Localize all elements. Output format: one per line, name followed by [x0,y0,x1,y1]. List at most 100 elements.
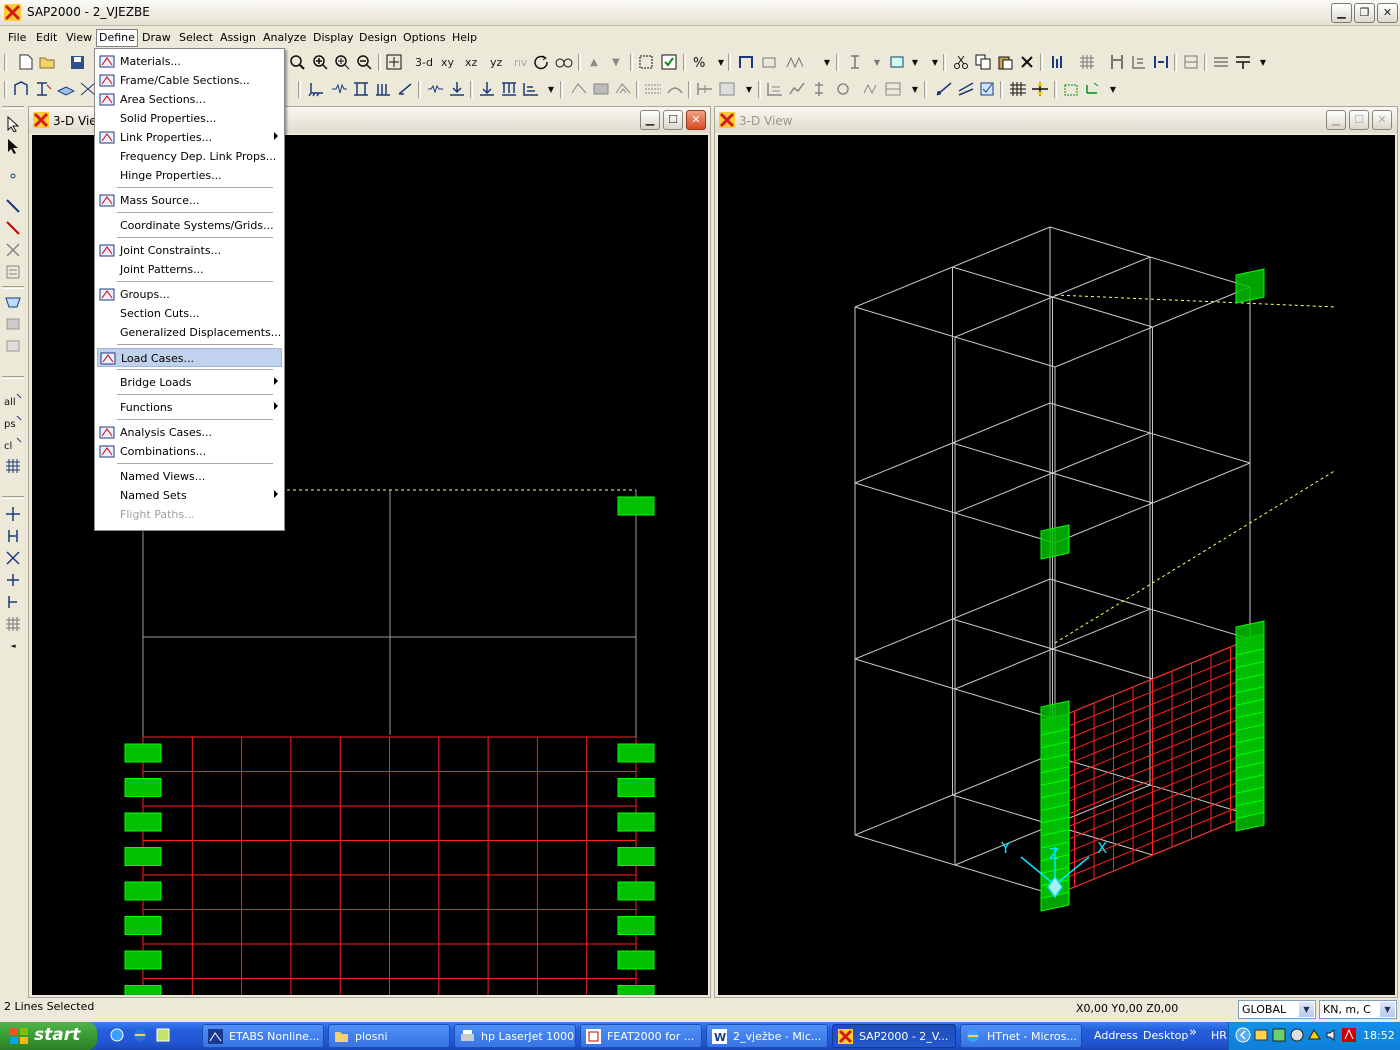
view-nv-button[interactable]: nv [514,56,527,69]
restraint-symbol[interactable] [124,743,162,763]
view-yz-button[interactable]: yz [490,56,502,69]
menu-select[interactable]: Select [179,31,213,44]
tray-adobe-icon[interactable] [1341,1027,1357,1043]
draw-frame-line-icon[interactable] [4,197,22,215]
chevron-down-icon[interactable]: ▼ [1299,1002,1314,1017]
menu-design[interactable]: Design [359,31,397,44]
menu-item-area-sections[interactable]: Area Sections... [97,90,282,109]
menu-item-solid-properties[interactable]: Solid Properties... [97,109,282,128]
title-bar[interactable]: SAP2000 - 2_VJEZBE ▁ ❐ ✕ [0,0,1400,26]
menu-item-materials[interactable]: Materials... [97,52,282,71]
menu-edit[interactable]: Edit [36,31,57,44]
show-forces-icon[interactable] [696,80,714,98]
assign-restraint-icon[interactable] [308,80,326,98]
area-load-icon[interactable] [522,80,540,98]
restraint-symbol[interactable] [124,950,162,970]
draw-truss-icon[interactable] [785,53,803,71]
restraint-symbol[interactable] [617,985,655,1004]
restraint-symbol[interactable] [124,916,162,935]
show-bridge-icon[interactable] [810,80,828,98]
task-printer[interactable]: hp LaserJet 1000 [454,1024,576,1048]
assign-spring-icon[interactable] [330,80,348,98]
show-plot-icon[interactable] [788,80,806,98]
menu-item-frame-cable-sections[interactable]: Frame/Cable Sections... [97,71,282,90]
dropdown-arrow-icon[interactable]: ▼ [906,80,924,98]
dropdown-arrow-icon[interactable]: ▼ [906,53,924,71]
section-designer-icon[interactable] [1182,53,1200,71]
temperature-load-icon[interactable] [570,80,588,98]
zoom-window-icon[interactable] [288,53,306,71]
show-grid-icon[interactable] [1078,53,1096,71]
menu-item-frequency-dep-link-props[interactable]: Frequency Dep. Link Props... [97,147,282,166]
menu-item-named-views[interactable]: Named Views... [97,467,282,486]
rotate-icon[interactable] [532,53,550,71]
menu-view[interactable]: View [66,31,92,44]
coordinate-system-select[interactable]: GLOBAL ▼ [1238,1000,1316,1019]
delete-icon[interactable] [1018,53,1036,71]
draw-brace-icon[interactable] [4,241,22,259]
assign-local-axes-icon[interactable] [396,80,414,98]
snap-to-perpendicular-icon[interactable] [4,571,22,589]
restraint-symbol[interactable] [1040,524,1070,560]
quick-draw-area-icon[interactable] [4,337,22,355]
snap-intersections-icon[interactable] [979,80,997,98]
tray-expand-icon[interactable] [1235,1027,1251,1043]
task-htnet-browser[interactable]: HTnet - Micros... [960,1024,1082,1048]
area-prop-icon[interactable] [57,80,75,98]
pan-icon[interactable] [385,53,403,71]
menu-help[interactable]: Help [452,31,477,44]
task-etabs[interactable]: ETABS Nonline... [202,1024,324,1048]
units-select[interactable]: KN, m, C ▼ [1319,1000,1397,1019]
selected-line-right-a[interactable] [1054,469,1337,644]
menu-item-hinge-properties[interactable]: Hinge Properties... [97,166,282,185]
frame-prop-icon[interactable] [35,80,53,98]
menu-item-load-cases[interactable]: Load Cases... [97,348,282,367]
quicklaunch-ie-icon[interactable] [109,1027,125,1043]
menu-item-flight-paths[interactable]: Flight Paths... [97,505,282,524]
tray-volume-icon[interactable] [1325,1027,1341,1043]
left-view-maximize-button[interactable]: ☐ [663,110,683,130]
restraint-symbol[interactable] [617,778,655,797]
dropdown-arrow-icon[interactable]: ▼ [868,53,886,71]
restraint-symbol[interactable] [617,916,655,935]
dropdown-arrow-icon[interactable]: ▼ [740,80,758,98]
view-xy-button[interactable]: xy [441,56,454,69]
restraint-symbol[interactable] [617,496,655,516]
menu-item-named-sets[interactable]: Named Sets [97,486,282,505]
tray-network-icon[interactable] [1271,1027,1287,1043]
run-analysis-icon[interactable] [862,80,880,98]
snap-points-icon[interactable] [935,80,953,98]
set-display-options-icon[interactable] [660,53,678,71]
right-view-titlebar[interactable]: 3-D View ▁ ☐ ✕ [715,107,1397,133]
draw-section-icon[interactable] [846,53,864,71]
dropdown-arrow-icon[interactable]: ▼ [926,53,944,71]
menu-options[interactable]: Options [403,31,445,44]
snap-perpendicular-icon[interactable] [1031,80,1049,98]
quicklaunch-desktop-icon[interactable] [155,1027,171,1043]
task-sap2000[interactable]: SAP2000 - 2_V... [832,1024,956,1048]
toolbar-expand-icon[interactable]: » [1189,1025,1197,1040]
restraint-symbol[interactable] [617,847,655,866]
menu-assign[interactable]: Assign [220,31,256,44]
up-arrow-icon[interactable]: ▲ [585,53,603,71]
restraint-symbol[interactable] [617,812,655,832]
open-folder-icon[interactable] [38,53,56,71]
assign-joint-load-icon[interactable] [426,80,444,98]
menu-item-generalized-displacements[interactable]: Generalized Displacements... [97,323,282,342]
restraint-symbol[interactable] [124,881,162,901]
restraint-symbol[interactable] [617,743,655,763]
align-icon[interactable] [1152,53,1170,71]
reshape-icon[interactable] [4,137,22,155]
divide-icon[interactable] [1234,53,1252,71]
paste-icon[interactable] [996,53,1014,71]
select-all-icon[interactable]: all [4,391,22,409]
snap-to-grid-icon[interactable] [4,615,22,633]
task-word-document[interactable]: W 2_vježbe - Mic... [706,1024,828,1048]
restraint-symbol[interactable] [617,950,655,970]
replicate-icon[interactable] [1130,53,1148,71]
snap-ends-icon[interactable] [957,80,975,98]
menu-item-link-properties[interactable]: Link Properties... [97,128,282,147]
gravity-load-icon[interactable] [614,80,632,98]
object-shrink-icon[interactable] [637,53,655,71]
previous-selection-icon[interactable]: ps [4,413,22,431]
